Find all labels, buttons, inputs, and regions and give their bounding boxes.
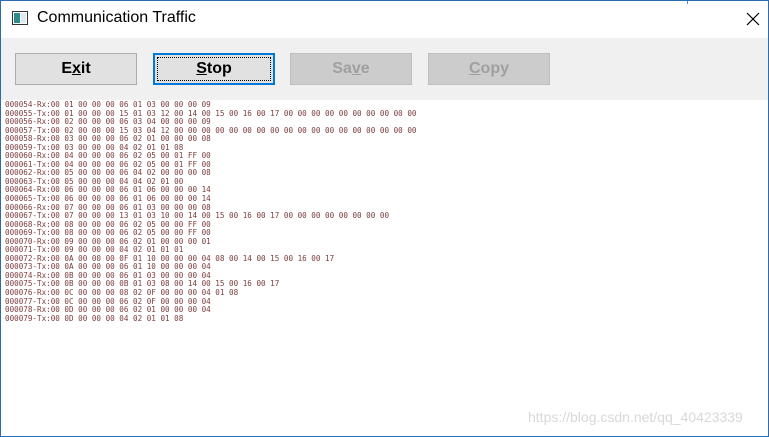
- close-button[interactable]: [741, 7, 765, 31]
- exit-label-mnemonic: x: [71, 60, 81, 77]
- stop-button[interactable]: Stop: [153, 53, 275, 85]
- communication-traffic-window: Communication Traffic Ex it Stop Sa v e Cop…: [0, 0, 769, 437]
- exit-label-part: E: [61, 60, 72, 77]
- app-window-icon: [12, 11, 28, 25]
- title-bar[interactable]: Communication Traffic: [1, 1, 768, 37]
- save-label-part: e: [360, 60, 370, 77]
- stop-label-part: top: [206, 60, 232, 77]
- stop-label-mnemonic: S: [196, 60, 207, 77]
- copy-label-mnemonic: C: [468, 60, 481, 77]
- watermark-text: https://blog.csdn.net/qq_40423339: [528, 409, 743, 425]
- save-button[interactable]: Sa v e: [290, 53, 412, 85]
- traffic-log[interactable]: 000054-Rx:00 01 00 00 00 06 01 03 00 00 …: [5, 100, 765, 401]
- close-icon: [746, 12, 760, 26]
- save-label-part: Sa: [332, 60, 352, 77]
- copy-button[interactable]: Copy: [428, 53, 550, 85]
- save-label-mnemonic: v: [351, 60, 361, 77]
- log-line: 000079-Tx:00 0D 00 00 00 04 02 01 01 08: [5, 313, 184, 323]
- window-title: Communication Traffic: [37, 9, 196, 26]
- title-bar-edge: [687, 1, 688, 4]
- exit-label-part: it: [80, 60, 91, 77]
- toolbar: Ex it Stop Sa v e Copy: [1, 38, 768, 100]
- exit-button[interactable]: Ex it: [15, 53, 137, 85]
- copy-label-part: opy: [480, 60, 509, 77]
